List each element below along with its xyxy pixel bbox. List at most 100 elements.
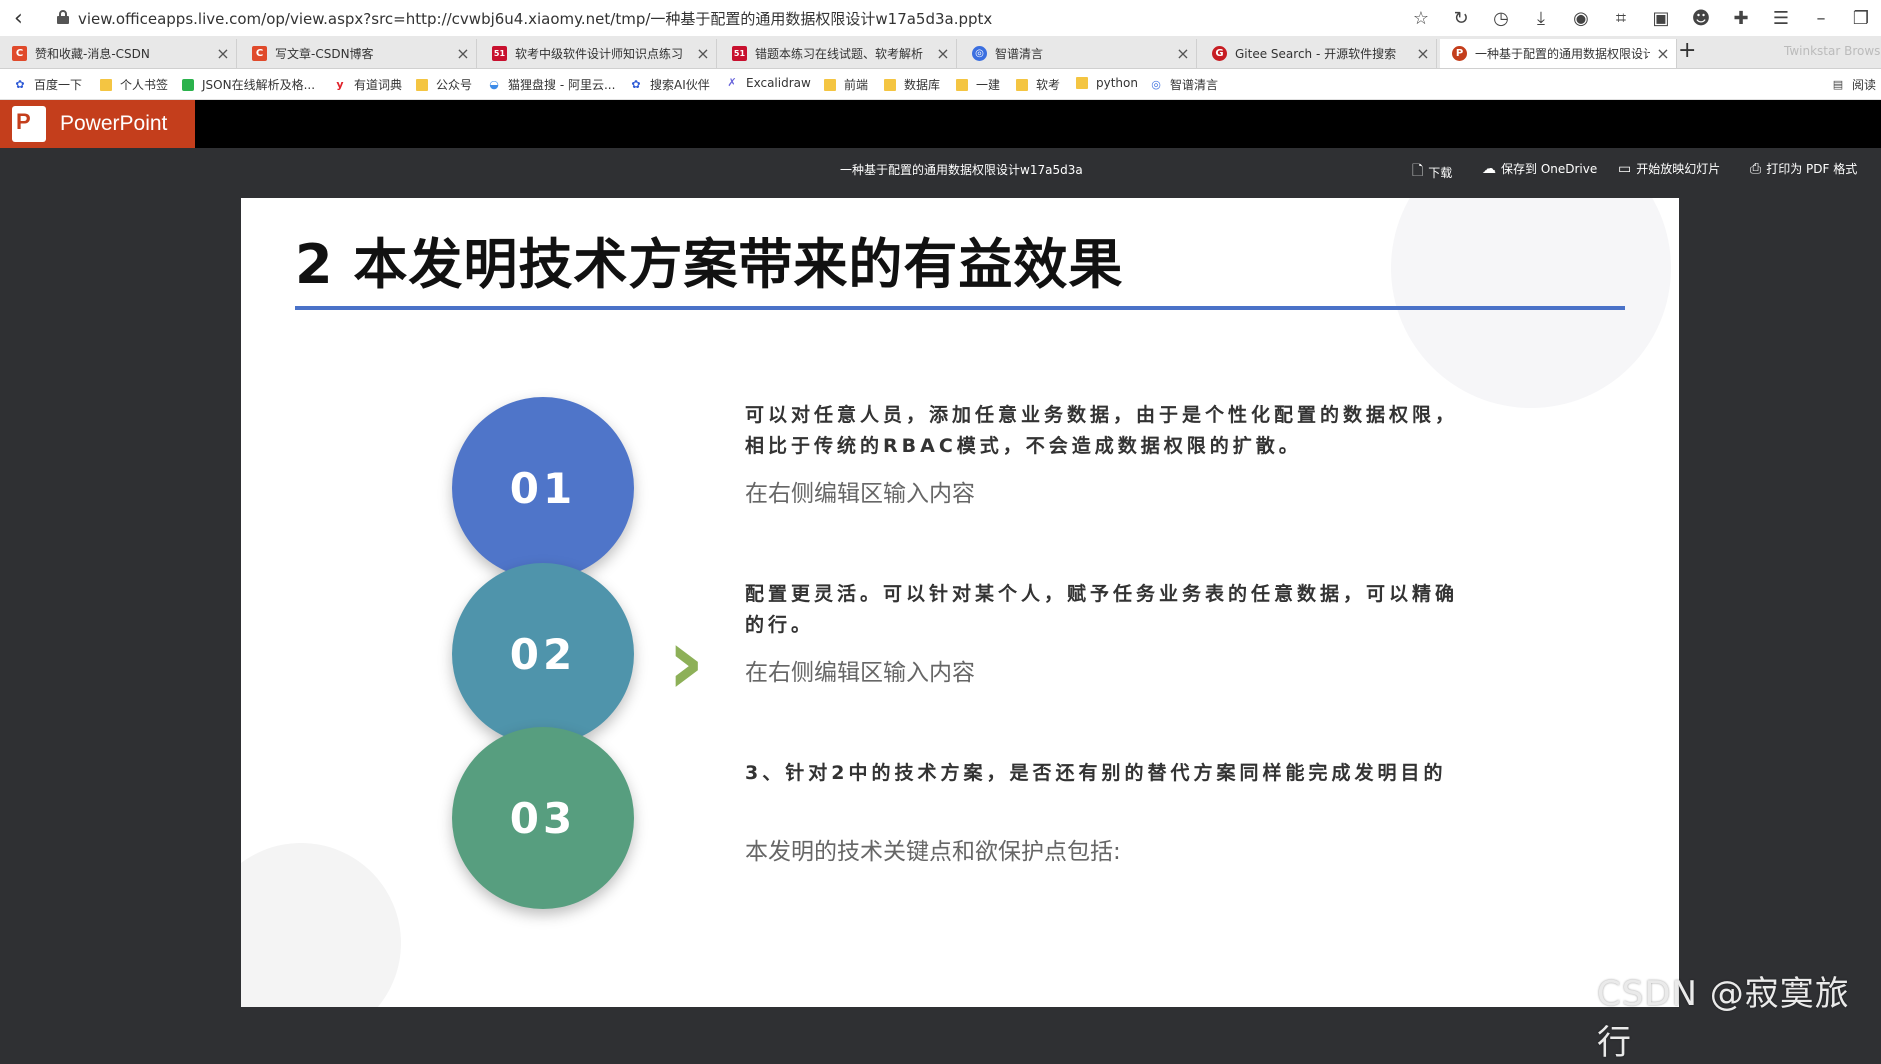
menu-icon[interactable]: ☰ bbox=[1761, 8, 1801, 29]
bookmark-item[interactable]: ✗ Excalidraw bbox=[726, 76, 810, 90]
close-icon[interactable]: × bbox=[210, 44, 236, 63]
browser-toolbar: ☆ ↻ ◷ ⤓ ◉ ⌗ ▣ ☻ ✚ ☰ – ❐ bbox=[1401, 0, 1881, 36]
history-icon[interactable]: ◷ bbox=[1481, 8, 1521, 29]
ghost-off-icon[interactable]: ☻ bbox=[1681, 8, 1721, 29]
download-icon[interactable]: ⤓ bbox=[1521, 8, 1561, 29]
tab-title: 赞和收藏-消息-CSDN bbox=[35, 47, 150, 61]
reload-icon[interactable]: ↻ bbox=[1441, 8, 1481, 29]
bookmark-item[interactable]: JSON在线解析及格... bbox=[182, 76, 315, 93]
close-icon[interactable]: × bbox=[1650, 44, 1676, 63]
powerpoint-icon: P bbox=[12, 106, 46, 142]
minimize-icon[interactable]: – bbox=[1801, 8, 1841, 29]
gitee-icon: G bbox=[1212, 46, 1227, 61]
bookmark-item[interactable]: ✿ 搜索AI伙伴 bbox=[630, 76, 709, 93]
bookmark-item[interactable]: ✿ 百度一下 bbox=[14, 76, 82, 93]
close-icon[interactable]: × bbox=[450, 44, 476, 63]
tab-overflow[interactable]: Twinkstar Brows bbox=[1784, 44, 1880, 58]
bookmark-item[interactable]: 软考 bbox=[1016, 76, 1060, 93]
bookmark-item[interactable]: 数据库 bbox=[884, 76, 940, 93]
folder-icon bbox=[100, 78, 112, 91]
tab-title: Gitee Search - 开源软件搜索 bbox=[1235, 47, 1397, 61]
slide-canvas[interactable]: 2 本发明技术方案带来的有益效果 01 02 03 › 可以对任意人员，添加任意… bbox=[241, 198, 1679, 1007]
zhipu-icon: ◎ bbox=[972, 46, 987, 61]
item-1-heading: 可以对任意人员，添加任意业务数据，由于是个性化配置的数据权限，相比于传统的RBA… bbox=[745, 404, 1459, 457]
document-title: 一种基于配置的通用数据权限设计w17a5d3a bbox=[840, 163, 1083, 177]
tab-7-active[interactable]: P 一种基于配置的通用数据权限设计 × bbox=[1440, 39, 1677, 68]
excalidraw-icon: ✗ bbox=[727, 76, 737, 89]
tab-title: 错题本练习在线试题、软考解析 bbox=[755, 47, 924, 61]
extension-avatar-icon[interactable]: ◉ bbox=[1561, 8, 1601, 29]
star-icon[interactable]: ☆ bbox=[1401, 8, 1441, 29]
folder-icon bbox=[416, 78, 428, 91]
bookmark-item[interactable]: python bbox=[1076, 76, 1138, 90]
bookmark-item[interactable]: ◎ 智谱清言 bbox=[1150, 76, 1218, 93]
lock-icon bbox=[57, 10, 69, 24]
cloud-icon: ☁ bbox=[1482, 160, 1496, 177]
folder-icon bbox=[824, 78, 836, 91]
baidu-icon: ✿ bbox=[631, 77, 641, 91]
powerpoint-header: P PowerPoint bbox=[0, 100, 1881, 148]
json-icon bbox=[182, 78, 194, 91]
slideshow-button[interactable]: ▭ 开始放映幻灯片 bbox=[1618, 160, 1720, 177]
back-arrow-icon[interactable]: ‹ bbox=[14, 6, 23, 31]
save-onedrive-button[interactable]: ☁ 保存到 OneDrive bbox=[1482, 160, 1597, 177]
item-2-heading: 配置更灵活。可以针对某个人，赋予任务业务表的任意数据，可以精确的行。 bbox=[745, 583, 1459, 636]
search-icon: ◒ bbox=[489, 77, 499, 91]
slide-title: 2 本发明技术方案带来的有益效果 bbox=[295, 233, 1124, 296]
folder-icon bbox=[884, 78, 896, 91]
close-icon[interactable]: × bbox=[930, 44, 956, 63]
number-circle-02: 02 bbox=[452, 563, 634, 745]
tab-title: 写文章-CSDN博客 bbox=[275, 47, 374, 61]
bookmark-item[interactable]: y 有道词典 bbox=[334, 76, 402, 93]
presentation-icon: ▭ bbox=[1618, 160, 1632, 177]
tab-3[interactable]: 51 软考中级软件设计师知识点练习 × bbox=[480, 39, 717, 68]
site-51-icon: 51 bbox=[732, 46, 747, 61]
bookmark-item[interactable]: 公众号 bbox=[416, 76, 472, 93]
csdn-icon: C bbox=[252, 46, 267, 61]
bookmark-item[interactable]: ◒ 猫狸盘搜 - 阿里云... bbox=[488, 76, 615, 93]
tab-4[interactable]: 51 错题本练习在线试题、软考解析 × bbox=[720, 39, 957, 68]
crop-icon[interactable]: ⌗ bbox=[1601, 8, 1641, 29]
youdao-icon: y bbox=[336, 77, 344, 91]
tab-1[interactable]: C 赞和收藏-消息-CSDN × bbox=[0, 39, 237, 68]
title-underline bbox=[295, 306, 1625, 310]
number-circle-01: 01 bbox=[452, 397, 634, 579]
bookmark-item[interactable]: 个人书签 bbox=[100, 76, 168, 93]
folder-icon bbox=[1016, 78, 1028, 91]
puzzle-icon[interactable]: ✚ bbox=[1721, 8, 1761, 29]
powerpoint-logo[interactable]: P PowerPoint bbox=[0, 100, 195, 148]
tab-title: 软考中级软件设计师知识点练习 bbox=[515, 47, 684, 61]
command-bar: 一种基于配置的通用数据权限设计w17a5d3a 🗋 下载 ☁ 保存到 OneDriv… bbox=[0, 148, 1881, 190]
reading-list-icon: ▤ bbox=[1832, 77, 1844, 91]
item-3-subtext: 本发明的技术关键点和欲保护点包括: bbox=[745, 839, 1121, 865]
item-1-subtext: 在右侧编辑区输入内容 bbox=[745, 481, 975, 507]
folder-icon bbox=[1076, 77, 1088, 89]
bookmark-item[interactable]: 一建 bbox=[956, 76, 1000, 93]
document-download-icon: 🗋 bbox=[1412, 163, 1424, 179]
tab-5[interactable]: ◎ 智谱清言 × bbox=[960, 39, 1197, 68]
csdn-icon: C bbox=[12, 46, 27, 61]
url-text[interactable]: view.officeapps.live.com/op/view.aspx?sr… bbox=[78, 8, 992, 29]
folder-icon bbox=[956, 78, 968, 91]
tab-title: 智谱清言 bbox=[995, 47, 1044, 61]
close-icon[interactable]: × bbox=[1410, 44, 1436, 63]
download-button[interactable]: 🗋 下载 bbox=[1412, 160, 1452, 184]
chevron-right-icon: › bbox=[667, 608, 705, 715]
print-pdf-button[interactable]: ⎙ 打印为 PDF 格式 bbox=[1750, 160, 1857, 177]
restore-icon[interactable]: ❐ bbox=[1841, 8, 1881, 29]
tv-icon[interactable]: ▣ bbox=[1641, 8, 1681, 29]
zhipu-icon: ◎ bbox=[1151, 77, 1161, 91]
watermark: CSDN @寂寞旅行 bbox=[1597, 974, 1850, 1063]
tab-title: 一种基于配置的通用数据权限设计 bbox=[1475, 47, 1650, 61]
reading-mode[interactable]: ▤ 阅读 bbox=[1832, 76, 1876, 93]
tab-2[interactable]: C 写文章-CSDN博客 × bbox=[240, 39, 477, 68]
bookmarks-bar: ✿ 百度一下 个人书签 JSON在线解析及格... y 有道词典 公众号 ◒ 猫狸盘搜… bbox=[0, 69, 1881, 100]
bookmark-item[interactable]: 前端 bbox=[824, 76, 868, 93]
close-icon[interactable]: × bbox=[690, 44, 716, 63]
item-2-subtext: 在右侧编辑区输入内容 bbox=[745, 660, 975, 686]
tab-6[interactable]: G Gitee Search - 开源软件搜索 × bbox=[1200, 39, 1437, 68]
tab-strip: C 赞和收藏-消息-CSDN × C 写文章-CSDN博客 × 51 软考中级软… bbox=[0, 36, 1881, 69]
new-tab-icon[interactable]: + bbox=[1678, 38, 1696, 63]
close-icon[interactable]: × bbox=[1170, 44, 1196, 63]
item-3-heading: 3、针对2中的技术方案，是否还有别的替代方案同样能完成发明目的 bbox=[745, 762, 1447, 784]
